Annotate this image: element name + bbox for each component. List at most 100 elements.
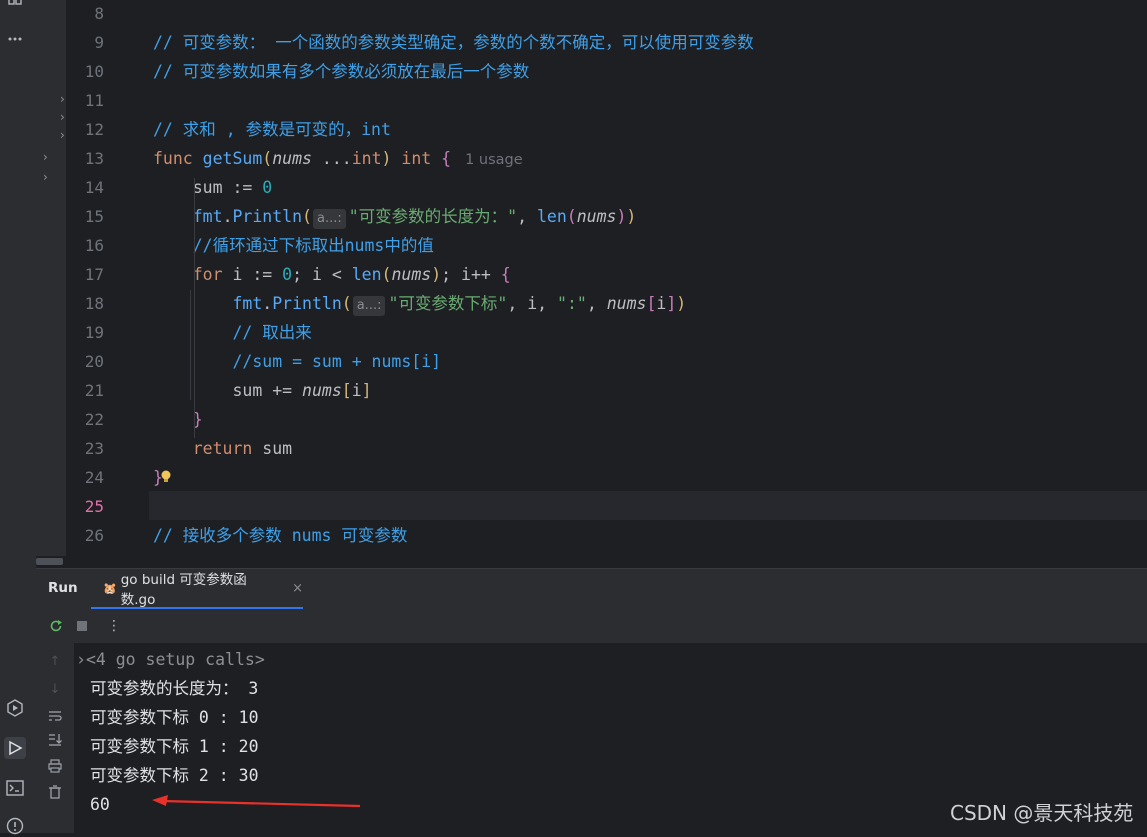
line-number: 9 <box>94 33 104 52</box>
console-line: 可变参数下标 1 : 20 <box>90 737 259 756</box>
code-line[interactable]: // 取出来 <box>153 318 311 347</box>
line-number: 20 <box>84 352 104 371</box>
arrow-down-icon[interactable]: ↓ <box>45 679 65 699</box>
line-number: 10 <box>84 62 104 81</box>
tab-label: go build 可变参数函数.go <box>120 572 247 608</box>
line-number: 16 <box>84 236 104 255</box>
code-line[interactable]: // 求和 , 参数是可变的，int <box>153 115 391 144</box>
print-icon[interactable] <box>45 756 65 776</box>
line-number: 25 <box>84 497 104 516</box>
console-line: 可变参数下标 0 : 10 <box>90 708 259 727</box>
scroll-to-end-icon[interactable] <box>45 730 65 750</box>
chevron-right-icon[interactable]: › <box>43 150 48 164</box>
code-line[interactable]: sum := 0 <box>153 173 272 202</box>
code-token: 0 <box>282 265 293 284</box>
code-token: , i, <box>507 294 558 313</box>
console-line: 60 <box>90 795 110 814</box>
line-number: 14 <box>84 178 104 197</box>
horizontal-scrollbar[interactable] <box>36 556 1147 568</box>
structure-icon[interactable] <box>4 0 26 16</box>
code-line[interactable]: fmt.Println(a...: "可变参数的长度为：", len(nums)) <box>153 202 636 231</box>
code-line[interactable]: } <box>153 405 203 434</box>
code-editor[interactable]: 8 9 10 11 12 13 14 15 16 17 18 19 20 21 22 23 24 25 26 // … <box>66 0 1147 556</box>
code-line[interactable]: return sum <box>153 434 292 463</box>
code-token: int <box>351 149 382 168</box>
code-token: len <box>536 207 567 226</box>
code-token: . <box>262 294 273 313</box>
code-token: fmt <box>232 294 263 313</box>
usage-hint[interactable]: 1 usage <box>465 152 523 168</box>
code-token: nums <box>272 149 312 168</box>
line-number: 21 <box>84 381 104 400</box>
watermark: CSDN @景天科技苑 <box>950 801 1134 825</box>
project-tree-fragment: › › › › › <box>36 0 66 556</box>
chevron-right-icon[interactable]: › <box>60 92 65 106</box>
code-line[interactable]: fmt.Println(a...: "可变参数下标", i, ":", nums[… <box>153 289 686 318</box>
console-line: 可变参数的长度为： 3 <box>90 679 259 698</box>
code-token: // 求和 , 参数是可变的，int <box>153 120 391 139</box>
code-token: ; i < <box>292 265 352 284</box>
code-line[interactable]: //sum = sum + nums[i] <box>153 347 441 376</box>
code-token: ] <box>666 294 677 313</box>
more-tools-icon[interactable] <box>4 28 26 50</box>
code-token: sum := <box>153 178 263 197</box>
code-token: "可变参数下标" <box>388 294 508 313</box>
code-line[interactable]: // 可变参数如果有多个参数必须放在最后一个参数 <box>153 57 529 86</box>
soft-wrap-icon[interactable] <box>45 706 65 726</box>
chevron-right-icon[interactable]: › <box>43 170 48 184</box>
code-token: ( <box>262 149 273 168</box>
chevron-right-icon[interactable]: › <box>76 650 86 669</box>
problems-icon[interactable] <box>4 815 26 837</box>
line-number: 19 <box>84 323 104 342</box>
more-options-icon[interactable]: ⋮ <box>104 616 124 636</box>
code-line[interactable]: for i := 0; i < len(nums); i++ { <box>153 260 511 289</box>
line-number: 13 <box>84 149 104 168</box>
folded-text: <4 go setup calls> <box>85 650 265 669</box>
code-token: ] <box>361 381 372 400</box>
code-line[interactable]: // 接收多个参数 nums 可变参数 <box>153 521 407 550</box>
code-token: ) <box>431 265 442 284</box>
folded-setup-calls[interactable]: ›<4 go setup calls> <box>76 645 265 674</box>
arrow-up-icon[interactable]: ↑ <box>45 651 65 671</box>
indent-guide <box>190 290 191 400</box>
code-line[interactable]: //循环通过下标取出nums中的值 <box>153 231 434 260</box>
services-icon[interactable] <box>4 697 26 719</box>
code-line[interactable]: func getSum(nums ...int) int {1 usage <box>153 144 523 173</box>
code-token: { <box>441 149 452 168</box>
parameter-hint: a...: <box>352 296 386 316</box>
line-number: 22 <box>84 410 104 429</box>
code-token: // 可变参数： 一个函数的参数类型确定，参数的个数不确定，可以使用可变参数 <box>153 33 754 52</box>
line-number-gutter: 8 9 10 11 12 13 14 15 16 17 18 19 20 21 22 23 24 25 26 <box>66 0 149 556</box>
chevron-right-icon[interactable]: › <box>60 110 65 124</box>
code-token: 0 <box>262 178 273 197</box>
code-token: i <box>656 294 667 313</box>
code-token: // 可变参数如果有多个参数必须放在最后一个参数 <box>153 62 530 81</box>
line-number: 11 <box>84 91 104 110</box>
code-token: //sum = sum + nums[i] <box>232 352 442 371</box>
code-token: ) <box>381 149 392 168</box>
scrollbar-thumb[interactable] <box>36 558 63 565</box>
code-token: ( <box>341 294 352 313</box>
tab-go-build[interactable]: 🐹 go build 可变参数函数.go × <box>91 569 303 609</box>
close-icon[interactable]: × <box>292 581 303 596</box>
rerun-icon[interactable] <box>46 616 66 636</box>
chevron-right-icon[interactable]: › <box>60 128 65 142</box>
code-line[interactable]: // 可变参数： 一个函数的参数类型确定，参数的个数不确定，可以使用可变参数 <box>153 28 754 57</box>
console-line: 可变参数下标 2 : 30 <box>90 766 259 785</box>
code-token: nums <box>576 207 617 226</box>
line-number: 23 <box>84 439 104 458</box>
stop-icon[interactable] <box>72 616 92 636</box>
code-token: , <box>586 294 607 313</box>
trash-icon[interactable] <box>45 782 65 802</box>
code-token: fmt <box>192 207 223 226</box>
lightbulb-icon[interactable] <box>159 469 173 489</box>
code-line[interactable]: sum += nums[i] <box>153 376 372 405</box>
terminal-icon[interactable] <box>4 777 26 799</box>
code-token: nums <box>302 381 342 400</box>
code-token: ) <box>616 207 627 226</box>
run-tool-icon[interactable] <box>4 737 26 759</box>
